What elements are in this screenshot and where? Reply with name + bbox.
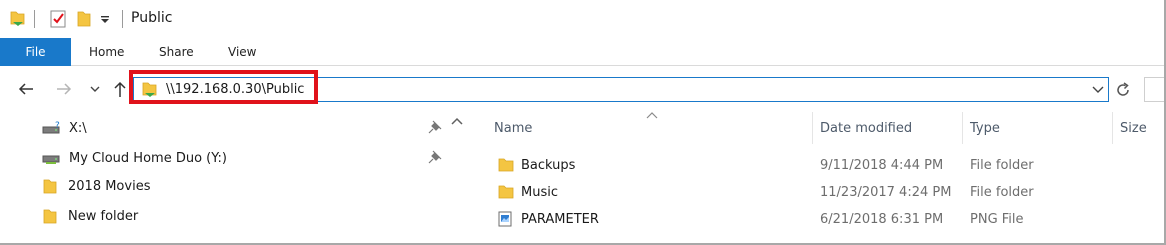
nav-item-label: My Cloud Home Duo (Y:) bbox=[69, 150, 227, 166]
address-highlight-box bbox=[129, 70, 318, 104]
file-name: Music bbox=[521, 184, 558, 200]
up-button[interactable] bbox=[109, 78, 131, 100]
column-header-name[interactable]: Name bbox=[494, 112, 532, 144]
file-date: 11/23/2017 4:24 PM bbox=[820, 184, 952, 200]
up-arrow-icon bbox=[114, 81, 126, 97]
tab-file[interactable]: File bbox=[0, 38, 71, 66]
file-type: File folder bbox=[970, 184, 1034, 200]
nav-item-new-folder[interactable]: New folder bbox=[42, 204, 138, 228]
nav-item-label: 2018 Movies bbox=[68, 178, 151, 194]
column-header-size[interactable]: Size bbox=[1120, 112, 1147, 144]
navigation-pane: ? X:\ My Cloud Home Duo (Y:) 2018 Movies… bbox=[0, 112, 470, 243]
properties-icon[interactable] bbox=[49, 9, 67, 33]
table-row[interactable]: Music 11/23/2017 4:24 PM File folder bbox=[470, 179, 1164, 205]
network-drive-icon: ? bbox=[42, 121, 60, 134]
tab-view[interactable]: View bbox=[228, 38, 256, 66]
folder-icon bbox=[498, 184, 514, 204]
folder-icon bbox=[43, 179, 57, 194]
folder-icon bbox=[498, 157, 514, 177]
file-explorer-window: Public File Home Share View \\192.168.0.… bbox=[0, 0, 1166, 245]
nav-item-my-cloud-home-duo[interactable]: My Cloud Home Duo (Y:) bbox=[42, 146, 227, 170]
nav-item-2018-movies[interactable]: 2018 Movies bbox=[42, 174, 150, 198]
pin-icon[interactable] bbox=[428, 150, 442, 168]
refresh-icon bbox=[1117, 81, 1129, 96]
file-name: PARAMETER bbox=[521, 211, 599, 227]
nav-item-label: X:\ bbox=[69, 120, 87, 136]
pin-icon[interactable] bbox=[428, 120, 442, 138]
table-row[interactable]: PARAMETER 6/21/2018 6:31 PM PNG File bbox=[470, 206, 1164, 232]
back-button[interactable] bbox=[15, 78, 37, 100]
forward-arrow-icon bbox=[57, 83, 72, 95]
png-file-icon bbox=[498, 211, 512, 231]
nav-item-label: New folder bbox=[68, 208, 139, 224]
ribbon-tabs: File Home Share View bbox=[0, 38, 1164, 66]
folder-icon bbox=[43, 209, 57, 224]
refresh-button[interactable] bbox=[1111, 77, 1135, 102]
tab-share[interactable]: Share bbox=[159, 38, 194, 66]
file-date: 6/21/2018 6:31 PM bbox=[820, 211, 944, 227]
nav-item-x-drive[interactable]: ? X:\ bbox=[42, 116, 87, 140]
chevron-down-icon bbox=[90, 86, 100, 92]
file-type: File folder bbox=[970, 157, 1034, 173]
file-date: 9/11/2018 4:44 PM bbox=[820, 157, 944, 173]
scroll-up-icon[interactable] bbox=[451, 116, 463, 131]
file-name: Backups bbox=[521, 157, 576, 173]
title-bar: Public bbox=[0, 0, 1164, 38]
column-header-type[interactable]: Type bbox=[970, 112, 1000, 144]
customize-toolbar-icon[interactable] bbox=[100, 14, 110, 29]
new-folder-icon[interactable] bbox=[76, 9, 92, 33]
forward-button[interactable] bbox=[53, 78, 75, 100]
file-type: PNG File bbox=[970, 211, 1024, 227]
window-title: Public bbox=[131, 10, 173, 26]
recent-locations-button[interactable] bbox=[84, 78, 106, 100]
network-drive-icon bbox=[42, 155, 60, 164]
file-list: Name Date modified Type Size Backups 9/1… bbox=[470, 109, 1164, 243]
tab-home[interactable]: Home bbox=[89, 38, 124, 66]
search-box[interactable] bbox=[1144, 77, 1164, 102]
svg-text:?: ? bbox=[55, 121, 60, 131]
table-row[interactable]: Backups 9/11/2018 4:44 PM File folder bbox=[470, 152, 1164, 178]
back-arrow-icon bbox=[18, 83, 33, 95]
chevron-down-icon[interactable] bbox=[1092, 83, 1104, 98]
column-header-date-modified[interactable]: Date modified bbox=[820, 112, 912, 144]
sort-ascending-icon bbox=[646, 109, 658, 124]
network-folder-icon[interactable] bbox=[8, 9, 28, 33]
